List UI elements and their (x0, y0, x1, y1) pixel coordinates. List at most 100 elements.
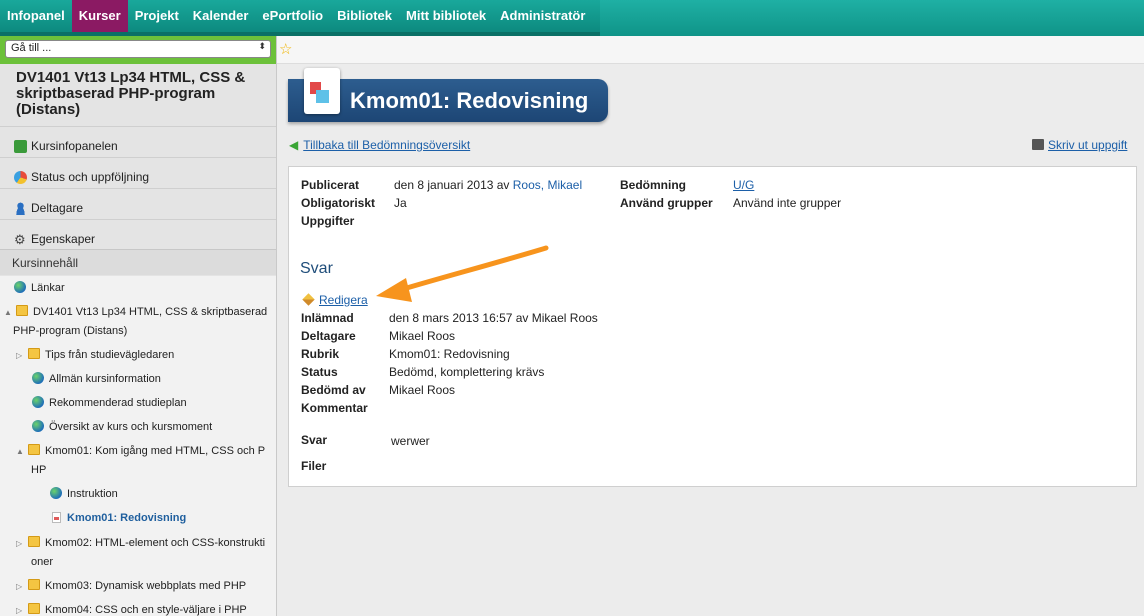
tab-infopanel[interactable]: Infopanel (0, 0, 72, 32)
graded-by-value: Mikael Roos (389, 383, 456, 397)
tree-item-label: Kmom01: Kom igång med HTML, CSS och P (45, 445, 266, 457)
sidebar-item-kursinfopanelen[interactable]: Kursinfopanelen (0, 126, 276, 157)
tree-item-lankar[interactable]: Länkar (14, 280, 65, 296)
groups-value: Använd inte grupper (733, 196, 842, 210)
tab-projekt[interactable]: Projekt (128, 0, 186, 32)
tree-item-label: DV1401 Vt13 Lp34 HTML, CSS & skriptbaser… (33, 306, 268, 318)
collapse-triangle-icon[interactable]: ▲ (4, 305, 14, 321)
page-title: Kmom01: Redovisning (350, 88, 589, 113)
expand-triangle-icon[interactable]: ▷ (16, 348, 26, 364)
collapse-triangle-icon[interactable]: ▲ (16, 444, 26, 460)
back-link-label: Tillbaka till Bedömningsöversikt (303, 138, 471, 152)
sidebar: Gå till ... ⬍ DV1401 Vt13 Lp34 HTML, CSS… (0, 36, 277, 616)
assignment-document-icon (304, 68, 340, 114)
published-author-link[interactable]: Roos, Mikael (513, 178, 582, 192)
edit-link-label: Redigera (319, 293, 368, 307)
tree-item-kmom01-folder[interactable]: ▲ Kmom01: Kom igång med HTML, CSS och P (16, 443, 265, 460)
status-value: Bedömd, komplettering krävs (389, 365, 545, 379)
back-arrow-icon: ◀ (289, 138, 299, 152)
tree-item-kmom01-redovisning[interactable]: Kmom01: Redovisning (52, 510, 186, 526)
tree-item-label-continued: PHP-program (Distans) (13, 325, 128, 337)
course-content-heading: Kursinnehåll (0, 249, 276, 275)
participant-value: Mikael Roos (389, 329, 456, 343)
tree-item-label-continued: HP (31, 464, 47, 476)
tree-item-instruktion[interactable]: Instruktion (50, 486, 118, 502)
tree-item-label: Instruktion (67, 488, 118, 500)
goto-bar: Gå till ... ⬍ (0, 36, 276, 64)
tree-item-label: Kmom01: Redovisning (67, 512, 187, 524)
groups-label: Använd grupper (620, 196, 713, 210)
published-label: Publicerat (301, 178, 360, 192)
expand-triangle-icon[interactable]: ▷ (16, 603, 26, 616)
tree-item-kmom04[interactable]: ▷ Kmom04: CSS och en style-väljare i PHP (16, 602, 247, 616)
favorite-star-icon[interactable]: ☆ (279, 40, 292, 58)
participant-label: Deltagare (301, 329, 356, 343)
tree-item-studieplan[interactable]: Rekommenderad studieplan (32, 395, 187, 411)
folder-icon (28, 536, 40, 547)
tab-administrator[interactable]: Administratör (493, 0, 592, 32)
tree-item-label: Översikt av kurs och kursmoment (49, 421, 213, 433)
tree-item-tips[interactable]: ▷ Tips från studievägledaren (16, 347, 174, 364)
gear-icon: ⚙ (14, 231, 26, 247)
sidebar-item-egenskaper[interactable]: ⚙ Egenskaper (0, 219, 276, 250)
globe-icon (32, 372, 44, 384)
globe-icon (32, 396, 44, 408)
edit-answer-link[interactable]: Redigera (302, 293, 368, 307)
submitted-value: den 8 mars 2013 16:57 av Mikael Roos (389, 311, 598, 325)
tree-item-label: Länkar (31, 282, 65, 294)
tree-item-allman[interactable]: Allmän kursinformation (32, 371, 161, 387)
print-assignment-link[interactable]: Skriv ut uppgift (1032, 138, 1127, 152)
globe-icon (50, 487, 62, 499)
sidebar-item-label: Deltagare (31, 201, 84, 215)
print-link-label: Skriv ut uppgift (1048, 138, 1128, 152)
status-label: Status (301, 365, 338, 379)
sidebar-item-deltagare[interactable]: Deltagare (0, 188, 276, 219)
expand-triangle-icon[interactable]: ▷ (16, 536, 26, 552)
tasks-label: Uppgifter (301, 214, 355, 228)
tree-item-label: Allmän kursinformation (49, 373, 161, 385)
tree-item-label: Kmom03: Dynamisk webbplats med PHP (45, 580, 247, 592)
document-icon-blue-square (316, 90, 329, 103)
subject-value: Kmom01: Redovisning (389, 347, 510, 361)
folder-icon (28, 603, 40, 614)
tree-item-kmom03[interactable]: ▷ Kmom03: Dynamisk webbplats med PHP (16, 578, 246, 595)
tab-eportfolio[interactable]: ePortfolio (255, 0, 330, 32)
grading-scale-link[interactable]: U/G (733, 178, 754, 192)
course-title: DV1401 Vt13 Lp34 HTML, CSS & skriptbaser… (16, 69, 246, 118)
folder-icon (16, 305, 28, 316)
grading-label: Bedömning (620, 178, 686, 192)
tree-item-label: Tips från studievägledaren (45, 349, 175, 361)
answer-heading: Svar (300, 260, 333, 277)
sidebar-item-label: Kursinfopanelen (31, 139, 118, 153)
tab-mitt-bibliotek[interactable]: Mitt bibliotek (399, 0, 493, 32)
tree-item-label: Rekommenderad studieplan (49, 397, 187, 409)
goto-select[interactable]: Gå till ... ⬍ (5, 40, 271, 58)
assignment-panel: Publicerat den 8 januari 2013 av Roos, M… (288, 166, 1137, 487)
back-to-grading-link[interactable]: ◀ Tillbaka till Bedömningsöversikt (289, 138, 470, 152)
comment-label: Kommentar (301, 401, 368, 415)
tree-item-course-folder[interactable]: ▲ DV1401 Vt13 Lp34 HTML, CSS & skriptbase… (4, 304, 267, 321)
tree-item-label: Kmom02: HTML-element och CSS-konstrukti (45, 537, 266, 549)
tree-item-kmom02[interactable]: ▷ Kmom02: HTML-element och CSS-konstrukti (16, 535, 265, 552)
subject-label: Rubrik (301, 347, 340, 361)
globe-icon (14, 281, 26, 293)
folder-icon (28, 348, 40, 359)
sidebar-item-label: Egenskaper (31, 232, 96, 246)
tree-item-oversikt[interactable]: Översikt av kurs och kursmoment (32, 419, 212, 435)
files-label: Filer (301, 459, 327, 473)
toolbar (277, 36, 1144, 64)
tab-kalender[interactable]: Kalender (186, 0, 256, 32)
globe-icon (32, 420, 44, 432)
printer-icon (1032, 139, 1044, 150)
status-icon (14, 170, 27, 184)
expand-triangle-icon[interactable]: ▷ (16, 579, 26, 595)
answer-value: werwer (391, 434, 430, 448)
sidebar-item-status[interactable]: Status och uppföljning (0, 157, 276, 188)
graded-by-label: Bedömd av (301, 383, 366, 397)
tab-bibliotek[interactable]: Bibliotek (330, 0, 399, 32)
content-tree: Länkar ▲ DV1401 Vt13 Lp34 HTML, CSS & skr… (0, 276, 276, 616)
info-panel-icon (14, 139, 27, 153)
pencil-icon (302, 293, 315, 306)
tab-kurser[interactable]: Kurser (71, 0, 128, 32)
folder-icon (28, 579, 40, 590)
